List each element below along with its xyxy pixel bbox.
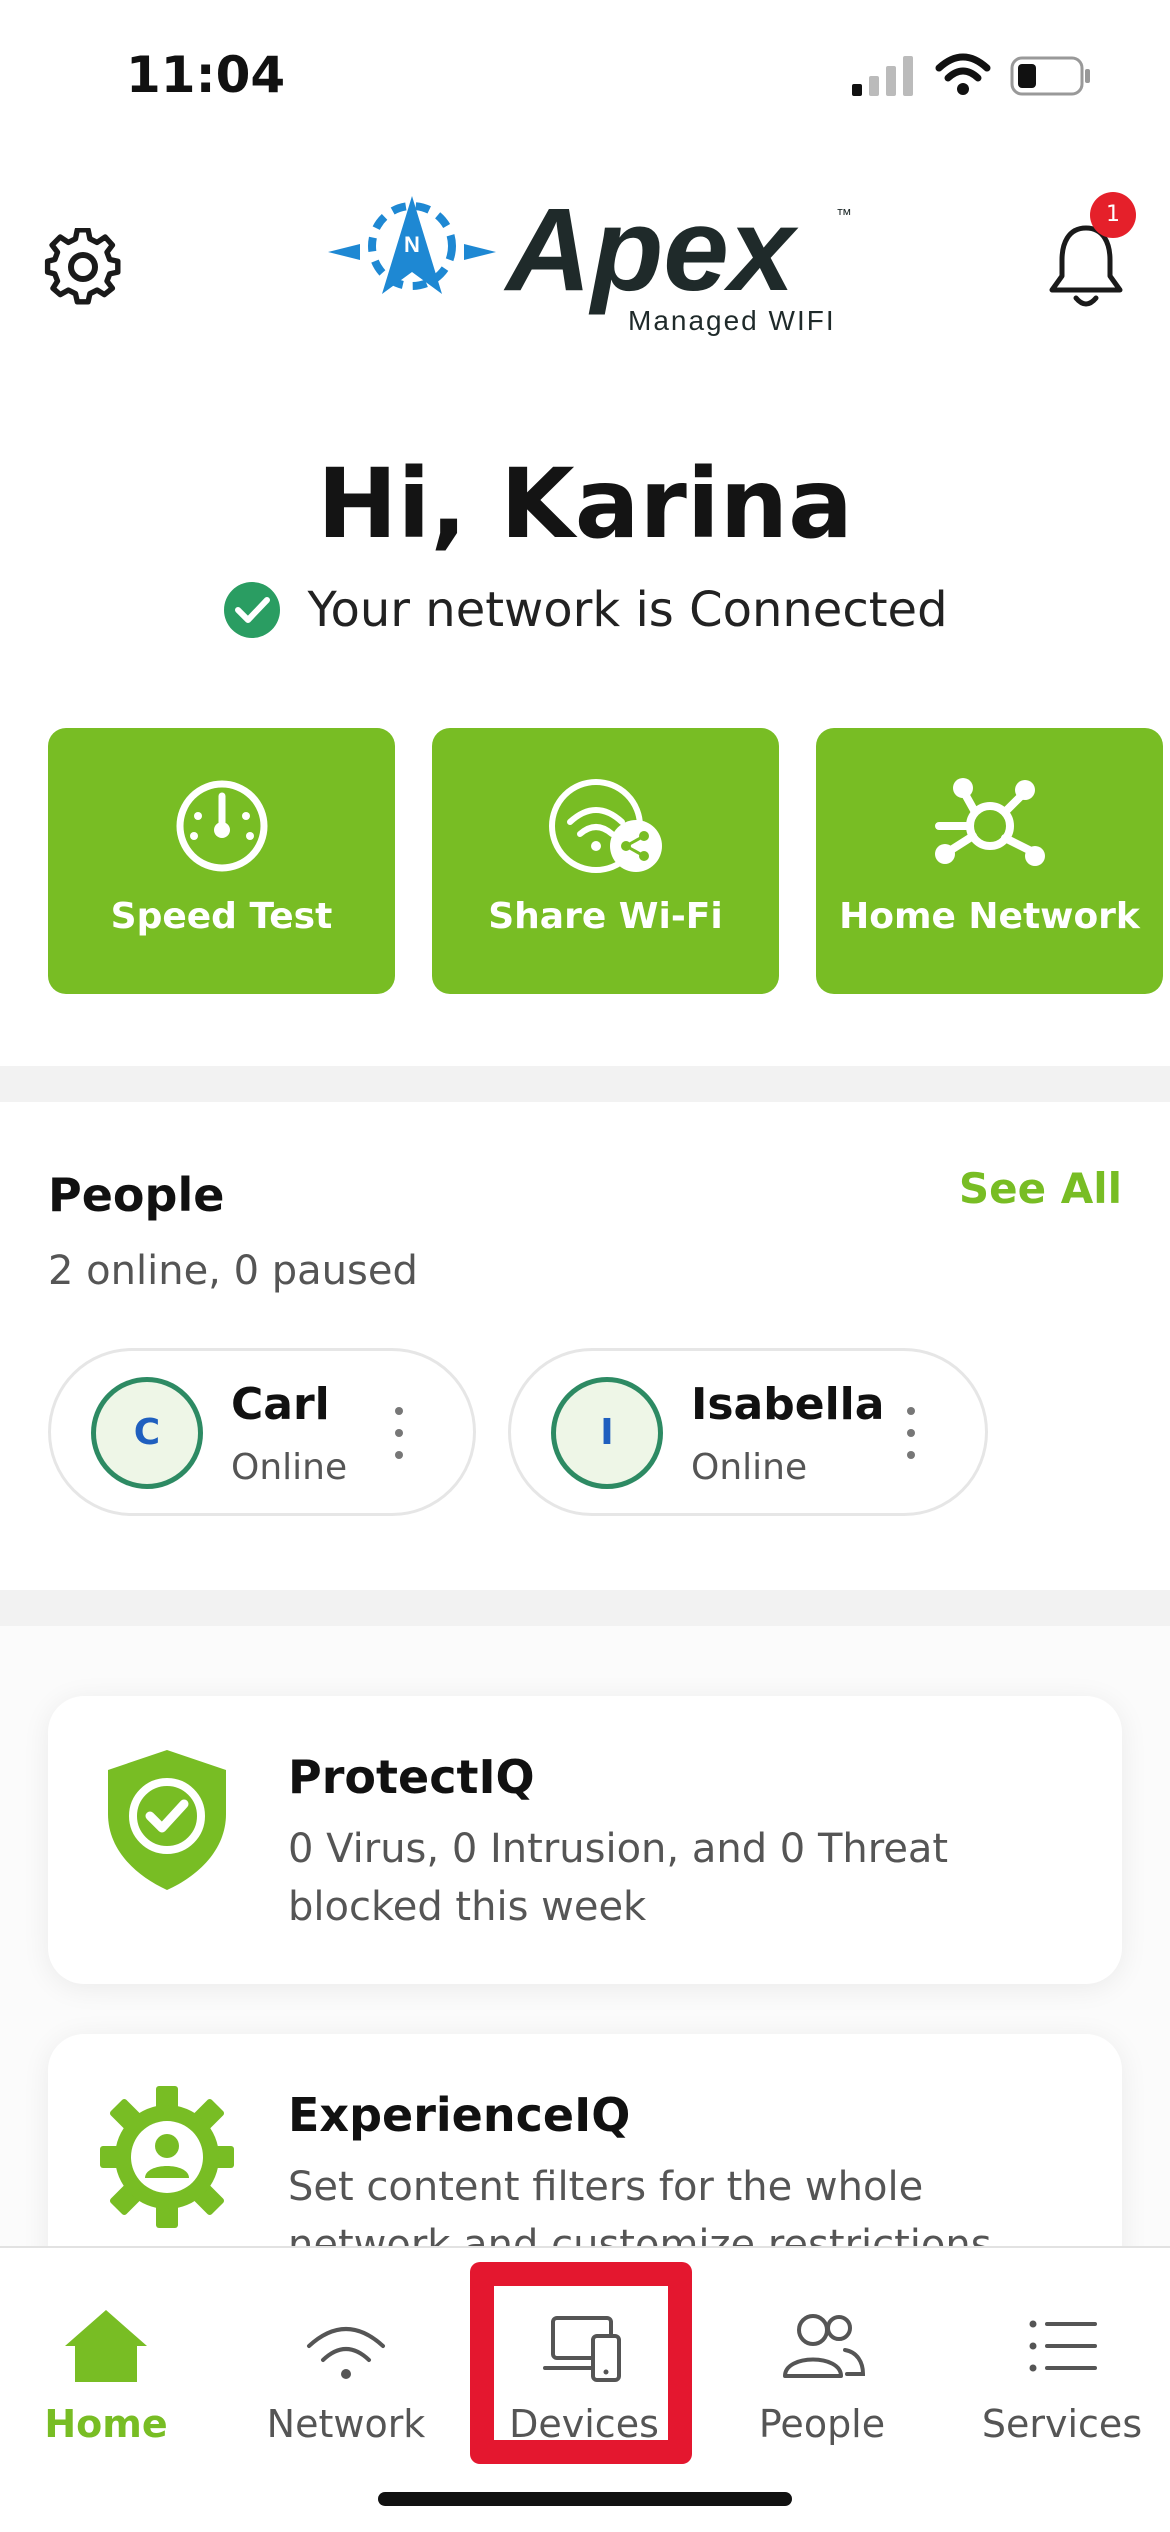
cellular-signal-icon [852, 56, 913, 96]
person-chip-carl[interactable]: C Carl Online [48, 1348, 476, 1516]
people-section-title: People [48, 1168, 225, 1222]
wifi-status-icon [935, 53, 991, 95]
shield-check-icon [108, 1750, 226, 1890]
svg-text:™: ™ [836, 207, 852, 224]
person-status: Online [691, 1447, 808, 1488]
wifi-icon [307, 2327, 385, 2379]
tab-services[interactable]: Services [962, 2306, 1162, 2476]
settings-button[interactable] [44, 227, 122, 306]
home-network-label: Home Network [839, 896, 1140, 937]
gear-icon [44, 227, 121, 305]
share-wifi-label: Share Wi-Fi [488, 896, 723, 937]
tab-network[interactable]: Network [246, 2306, 446, 2476]
battery-icon [1010, 56, 1090, 96]
devices-tab-highlight [470, 2262, 692, 2464]
share-wifi-button[interactable]: Share Wi-Fi [432, 728, 779, 994]
apex-logo: N Apex ™ Managed WIFI [316, 184, 856, 340]
brand-tagline: Managed WIFI [628, 305, 836, 336]
protectiq-title: ProtectIQ [288, 1750, 535, 1804]
status-bar: 11:04 [0, 0, 1170, 150]
check-circle-icon [224, 582, 281, 638]
section-divider [0, 1066, 1170, 1102]
connection-status: Your network is Connected [0, 580, 1170, 640]
speed-test-label: Speed Test [110, 896, 333, 937]
more-options-icon[interactable] [905, 1407, 917, 1463]
gear-person-icon [100, 2086, 234, 2228]
section-divider [0, 1590, 1170, 1626]
protectiq-description: 0 Virus, 0 Intrusion, and 0 Threat block… [288, 1826, 949, 1930]
person-name: Carl [231, 1379, 330, 1430]
person-name: Isabella [691, 1379, 885, 1430]
list-icon [1029, 2320, 1097, 2372]
more-options-icon[interactable] [393, 1407, 405, 1463]
status-time: 11:04 [126, 46, 286, 104]
greeting-title: Hi, Karina [317, 448, 853, 560]
protectiq-card[interactable]: ProtectIQ 0 Virus, 0 Intrusion, and 0 Th… [48, 1696, 1122, 1984]
svg-text:N: N [404, 232, 420, 257]
tab-people[interactable]: People [722, 2306, 922, 2476]
tab-home-label: Home [44, 2402, 168, 2446]
network-hub-icon [934, 778, 1045, 866]
share-wifi-icon [548, 779, 662, 873]
tab-people-label: People [758, 2402, 886, 2446]
notification-badge: 1 [1090, 192, 1136, 238]
person-chip-isabella[interactable]: I Isabella Online [508, 1348, 988, 1516]
brand-name: Apex [503, 190, 799, 316]
speedometer-icon [176, 780, 267, 872]
speed-test-button[interactable]: Speed Test [48, 728, 395, 994]
home-icon [65, 2310, 147, 2382]
tab-home[interactable]: Home [6, 2306, 206, 2476]
compass-icon: N [328, 196, 496, 294]
home-indicator [378, 2492, 792, 2506]
tab-services-label: Services [981, 2402, 1143, 2446]
experienceiq-title: ExperienceIQ [288, 2088, 631, 2142]
home-network-button[interactable]: Home Network [816, 728, 1163, 994]
avatar: I [551, 1377, 663, 1489]
people-summary: 2 online, 0 paused [48, 1248, 418, 1294]
people-icon [783, 2314, 866, 2378]
tab-network-label: Network [266, 2402, 426, 2446]
see-all-people-link[interactable]: See All [959, 1164, 1122, 1213]
person-status: Online [231, 1447, 348, 1488]
avatar: C [91, 1377, 203, 1489]
connection-status-text: Your network is Connected [307, 582, 948, 638]
